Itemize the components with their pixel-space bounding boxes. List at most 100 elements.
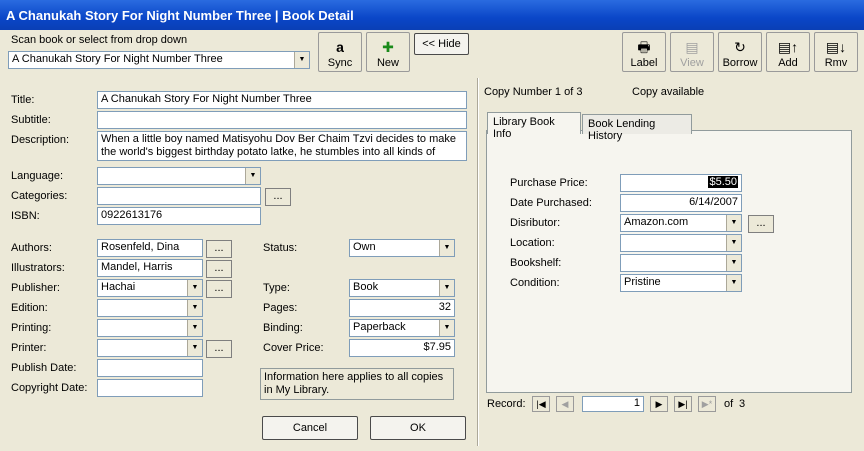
distributor-value: Amazon.com (624, 216, 689, 228)
prev-record-icon[interactable]: ◀ (556, 396, 574, 412)
chevron-down-icon[interactable]: ▼ (439, 240, 454, 256)
authors-browse-button[interactable]: ... (206, 240, 232, 258)
chevron-down-icon[interactable]: ▼ (726, 235, 741, 251)
chevron-down-icon[interactable]: ▼ (726, 275, 741, 291)
status-dropdown[interactable]: Own ▼ (349, 239, 455, 257)
view-button[interactable]: ▤ View (670, 32, 714, 72)
categories-browse-button[interactable]: ... (265, 188, 291, 206)
tab-book-lending-history[interactable]: Book Lending History (582, 114, 692, 142)
cover-price-field[interactable]: $7.95 (349, 339, 455, 357)
categories-field[interactable] (97, 187, 261, 205)
title-label: Title: (11, 94, 35, 106)
subtitle-field[interactable] (97, 111, 467, 129)
label-button-label: Label (630, 57, 658, 69)
date-purchased-field[interactable]: 6/14/2007 (620, 194, 742, 212)
illustrators-browse-button[interactable]: ... (206, 260, 232, 278)
illustrators-field[interactable]: Mandel, Harris (97, 259, 203, 277)
purchase-price-value: $5.50 (708, 176, 738, 188)
distributor-browse-button[interactable]: ... (748, 215, 774, 233)
binding-label: Binding: (263, 322, 303, 334)
sync-button[interactable]: a Sync (318, 32, 362, 72)
new-button[interactable]: ✚ New (366, 32, 410, 72)
chevron-down-icon[interactable]: ▼ (294, 52, 309, 68)
next-record-icon[interactable]: ▶ (650, 396, 668, 412)
hide-button[interactable]: << Hide (414, 33, 469, 55)
add-button[interactable]: ▤↑ Add (766, 32, 810, 72)
add-copy-icon: ▤↑ (777, 39, 799, 55)
authors-field[interactable]: Rosenfeld, Dina (97, 239, 203, 257)
printing-dropdown[interactable]: ▼ (97, 319, 203, 337)
tab-library-book-info[interactable]: Library Book Info (487, 112, 581, 140)
chevron-down-icon[interactable]: ▼ (726, 215, 741, 231)
condition-dropdown[interactable]: Pristine ▼ (620, 274, 742, 292)
bookshelf-label: Bookshelf: (510, 257, 562, 269)
location-dropdown[interactable]: ▼ (620, 234, 742, 252)
purchase-price-field[interactable]: $5.50 (620, 174, 742, 192)
binding-value: Paperback (353, 321, 406, 333)
first-record-icon[interactable]: |◀ (532, 396, 550, 412)
chevron-down-icon[interactable]: ▼ (439, 280, 454, 296)
borrow-icon: ↻ (734, 39, 746, 55)
bookshelf-dropdown[interactable]: ▼ (620, 254, 742, 272)
distributor-label: Disributor: (510, 217, 561, 229)
remove-button-label: Rmv (824, 57, 848, 69)
amazon-sync-icon: a (336, 39, 344, 55)
title-field[interactable]: A Chanukah Story For Night Number Three (97, 91, 467, 109)
chevron-down-icon[interactable]: ▼ (187, 320, 202, 336)
cancel-button[interactable]: Cancel (262, 416, 358, 440)
type-dropdown[interactable]: Book ▼ (349, 279, 455, 297)
chevron-down-icon[interactable]: ▼ (187, 300, 202, 316)
type-value: Book (353, 281, 379, 293)
printer-dropdown[interactable]: ▼ (97, 339, 203, 357)
illustrators-label: Illustrators: (11, 262, 65, 274)
pages-field[interactable]: 32 (349, 299, 455, 317)
publisher-label: Publisher: (11, 282, 60, 294)
publisher-browse-button[interactable]: ... (206, 280, 232, 298)
chevron-down-icon[interactable]: ▼ (439, 320, 454, 336)
borrow-button-label: Borrow (722, 57, 758, 69)
ok-button[interactable]: OK (370, 416, 466, 440)
window-title: A Chanukah Story For Night Number Three … (0, 0, 864, 30)
label-button[interactable]: 🖶 Label (622, 32, 666, 72)
last-record-icon[interactable]: ▶| (674, 396, 692, 412)
purchase-price-label: Purchase Price: (510, 177, 588, 189)
language-dropdown[interactable]: ▼ (97, 167, 261, 185)
isbn-label: ISBN: (11, 210, 40, 222)
distributor-dropdown[interactable]: Amazon.com ▼ (620, 214, 742, 232)
chevron-down-icon[interactable]: ▼ (187, 340, 202, 356)
chevron-down-icon[interactable]: ▼ (245, 168, 260, 184)
cover-price-label: Cover Price: (263, 342, 324, 354)
printer-browse-button[interactable]: ... (206, 340, 232, 358)
description-field[interactable]: When a little boy named Matisyohu Dov Be… (97, 131, 467, 161)
scan-label: Scan book or select from drop down (11, 34, 188, 46)
edition-dropdown[interactable]: ▼ (97, 299, 203, 317)
new-record-icon[interactable]: ▶* (698, 396, 716, 412)
printer-label: Printer: (11, 342, 47, 354)
chevron-down-icon[interactable]: ▼ (726, 255, 741, 271)
authors-label: Authors: (11, 242, 52, 254)
copyright-date-field[interactable] (97, 379, 203, 397)
publish-date-field[interactable] (97, 359, 203, 377)
remove-copy-icon: ▤↓ (825, 39, 847, 55)
chevron-down-icon[interactable]: ▼ (187, 280, 202, 296)
date-purchased-label: Date Purchased: (510, 197, 592, 209)
view-button-label: View (680, 57, 704, 69)
scan-dropdown-value: A Chanukah Story For Night Number Three (12, 53, 223, 65)
isbn-field[interactable]: 0922613176 (97, 207, 261, 225)
borrow-button[interactable]: ↻ Borrow (718, 32, 762, 72)
status-label: Status: (263, 242, 298, 254)
binding-dropdown[interactable]: Paperback ▼ (349, 319, 455, 337)
publisher-value: Hachai (101, 281, 136, 293)
printing-label: Printing: (11, 322, 52, 334)
record-number-field[interactable]: 1 (582, 396, 644, 412)
copy-number: Copy Number 1 of 3 (484, 86, 583, 98)
subtitle-label: Subtitle: (11, 114, 51, 126)
language-label: Language: (11, 170, 63, 182)
publisher-dropdown[interactable]: Hachai ▼ (97, 279, 203, 297)
add-button-label: Add (778, 57, 798, 69)
type-label: Type: (263, 282, 290, 294)
scan-dropdown[interactable]: A Chanukah Story For Night Number Three … (8, 51, 310, 69)
copyright-date-label: Copyright Date: (11, 382, 88, 394)
view-book-icon: ▤ (685, 39, 699, 55)
remove-button[interactable]: ▤↓ Rmv (814, 32, 858, 72)
